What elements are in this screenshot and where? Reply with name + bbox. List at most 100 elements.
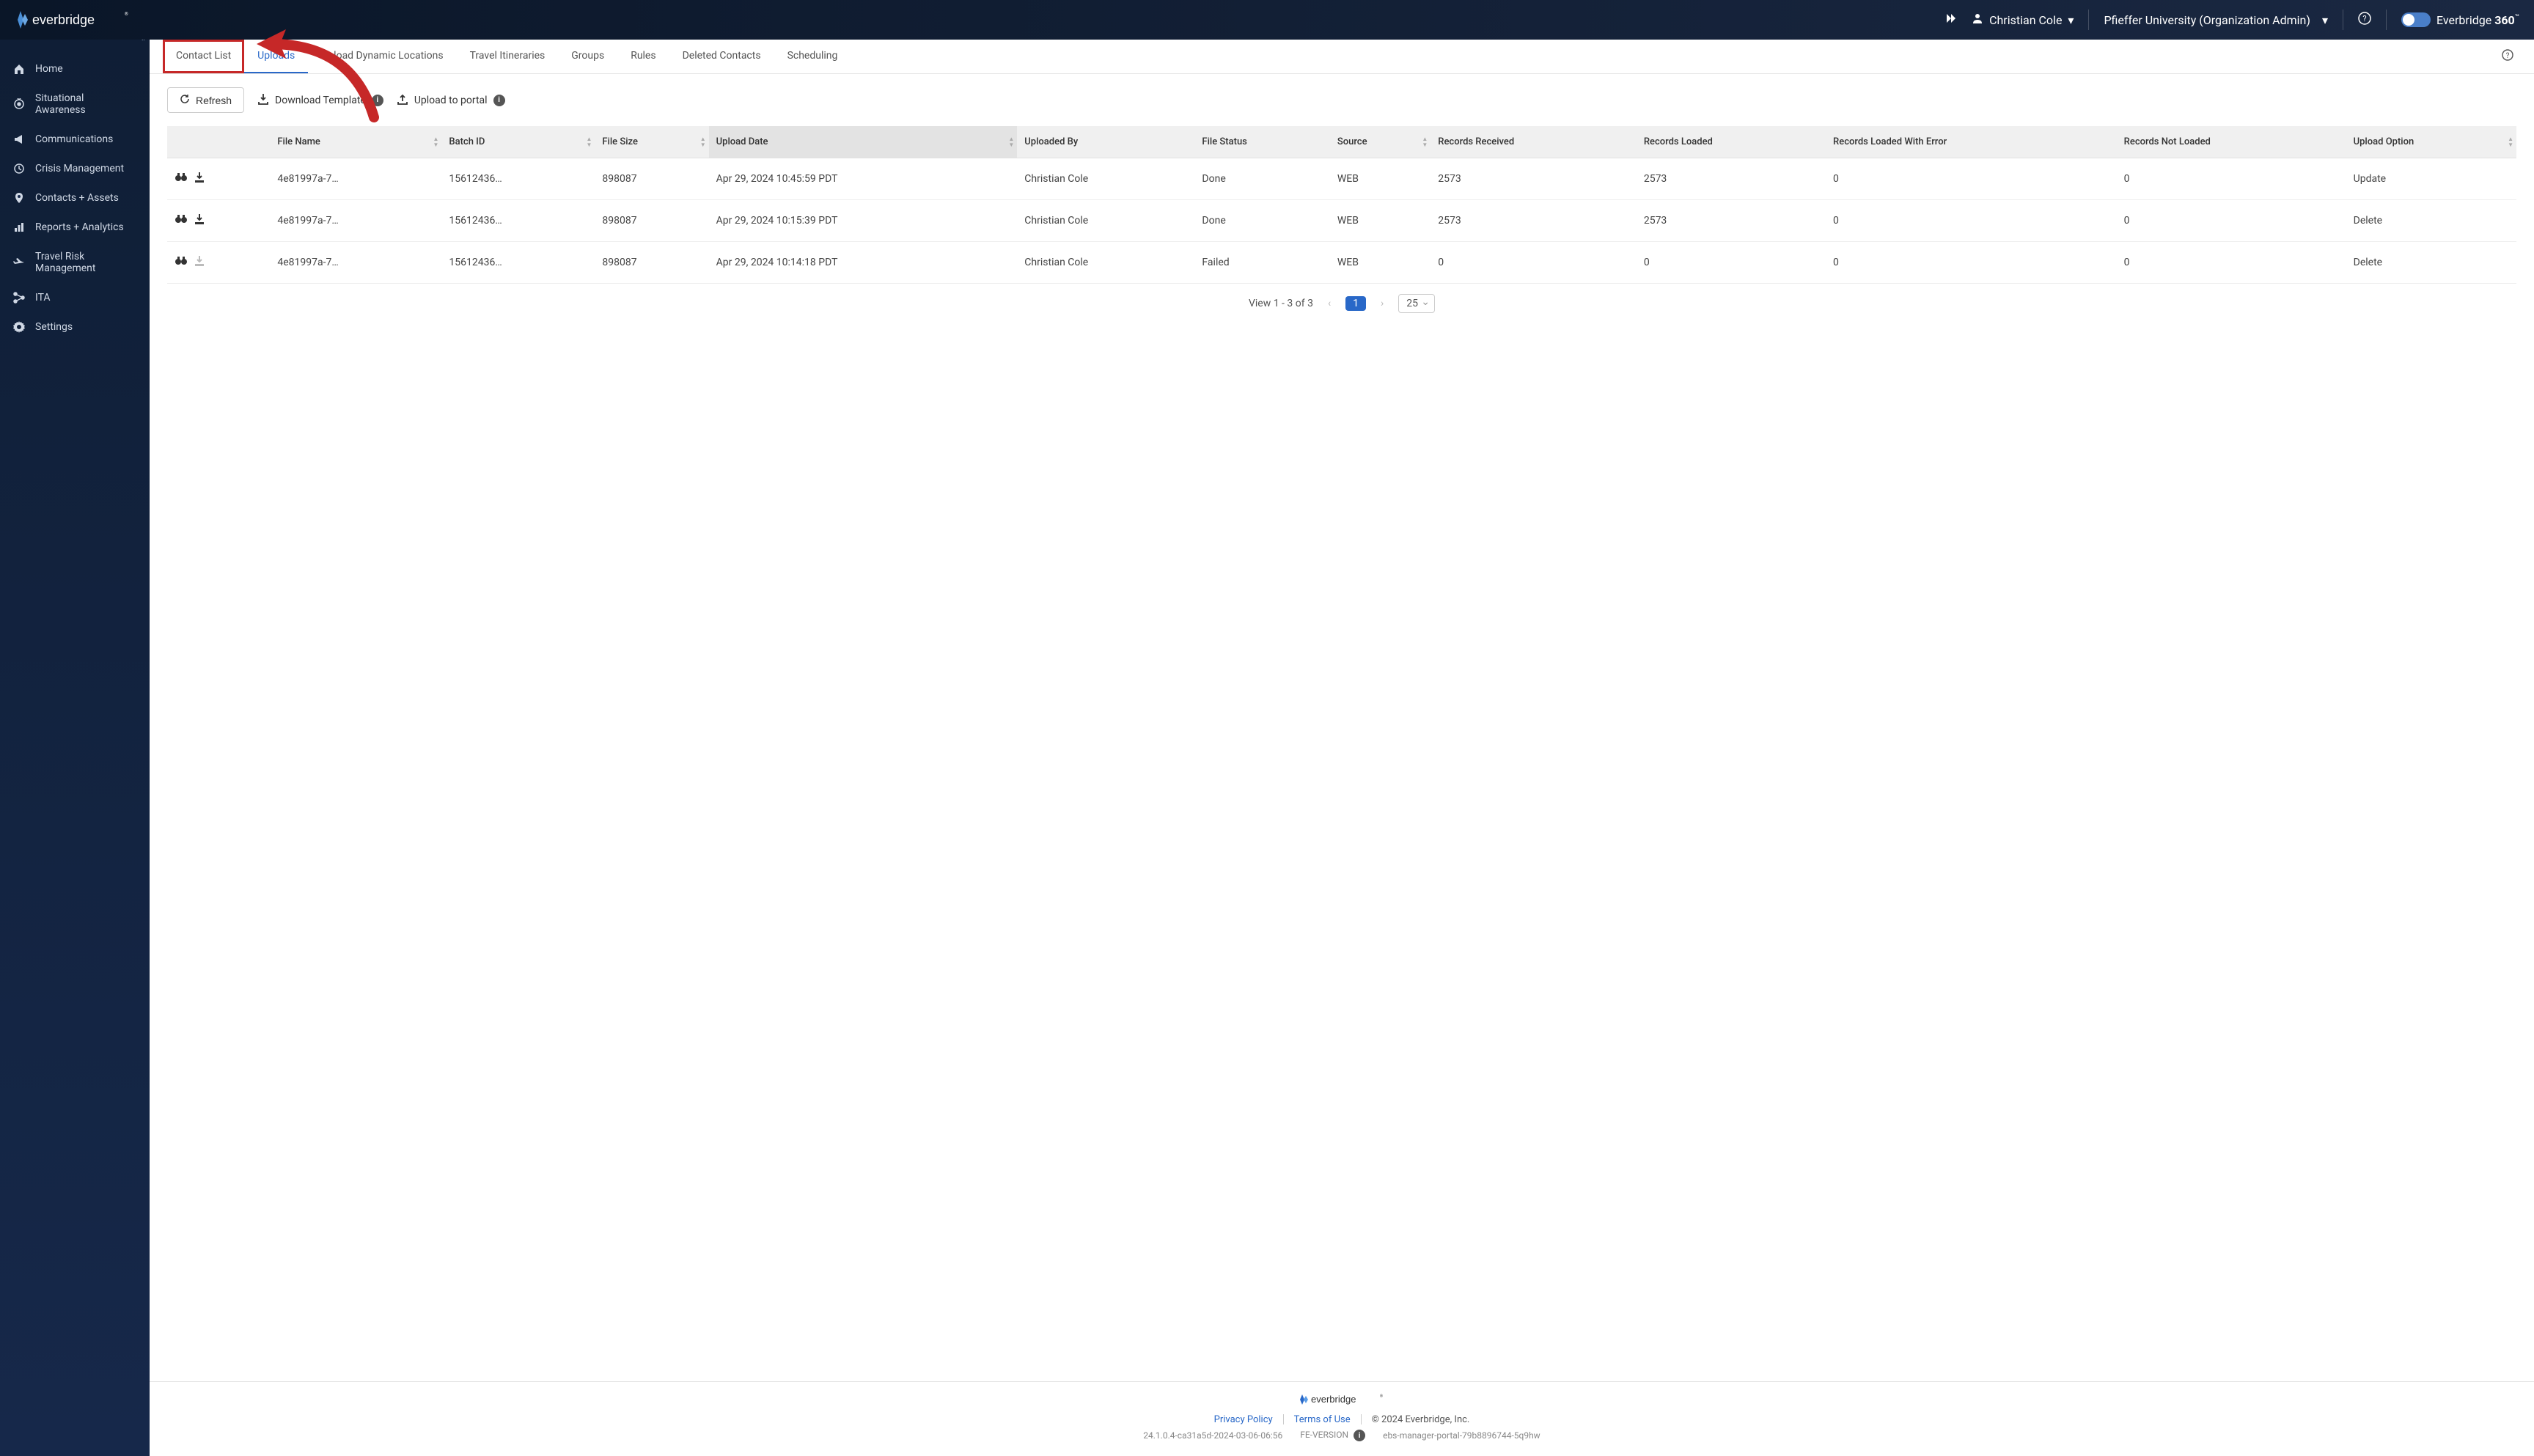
sort-icon: ▲▼ bbox=[1008, 136, 1014, 148]
cell-uploaded-by: Christian Cole bbox=[1017, 200, 1194, 242]
upload-portal-button[interactable]: Upload to portal i bbox=[397, 93, 505, 108]
pagination: View 1 - 3 of 3 ‹ 1 › 25 bbox=[167, 284, 2516, 342]
view-icon[interactable] bbox=[175, 213, 188, 228]
plane-icon bbox=[13, 257, 25, 268]
brand-360-toggle[interactable]: Everbridge 360™ bbox=[2401, 12, 2519, 27]
info-icon[interactable]: i bbox=[372, 95, 383, 106]
column-header[interactable]: Upload Option▲▼ bbox=[2346, 126, 2516, 158]
cell-received: 0 bbox=[1431, 242, 1637, 284]
download-template-button[interactable]: Download Template i bbox=[257, 93, 383, 108]
help-icon[interactable]: ? bbox=[2502, 49, 2513, 64]
sort-icon: ▲▼ bbox=[2508, 136, 2513, 148]
sidebar-item-label: Settings bbox=[35, 321, 73, 333]
download-icon bbox=[194, 255, 205, 270]
cell-batch-id: 15612436… bbox=[441, 242, 595, 284]
sidebar-item-communications[interactable]: Communications bbox=[0, 125, 150, 154]
page-1-button[interactable]: 1 bbox=[1345, 296, 1366, 311]
clock-icon bbox=[13, 163, 25, 174]
cell-option: Update bbox=[2346, 158, 2516, 200]
privacy-policy-link[interactable]: Privacy Policy bbox=[1214, 1414, 1273, 1425]
pin-icon bbox=[13, 192, 25, 204]
view-icon[interactable] bbox=[175, 172, 188, 186]
refresh-button[interactable]: Refresh bbox=[167, 87, 244, 113]
pagination-summary: View 1 - 3 of 3 bbox=[1249, 298, 1313, 309]
download-icon[interactable] bbox=[194, 213, 205, 228]
terms-link[interactable]: Terms of Use bbox=[1294, 1414, 1351, 1425]
sidebar-item-label: ITA bbox=[35, 292, 51, 304]
toggle-switch[interactable] bbox=[2401, 12, 2431, 27]
host-text: ebs-manager-portal-79b8896744-5q9hw bbox=[1383, 1430, 1540, 1441]
network-icon bbox=[13, 292, 25, 304]
svg-text:everbridge: everbridge bbox=[1311, 1394, 1356, 1405]
copyright-text: © 2024 Everbridge, Inc. bbox=[1372, 1414, 1470, 1425]
sidebar-item-label: Communications bbox=[35, 133, 113, 145]
column-header[interactable]: Batch ID▲▼ bbox=[441, 126, 595, 158]
everbridge-logo: everbridge® bbox=[150, 1392, 2534, 1410]
column-header[interactable]: Records Loaded With Error bbox=[1826, 126, 2117, 158]
column-header[interactable]: Records Loaded bbox=[1637, 126, 1826, 158]
sidebar-item-ita[interactable]: ITA bbox=[0, 283, 150, 312]
tab-uploads[interactable]: Uploads bbox=[244, 40, 308, 73]
column-header[interactable]: Upload Date▲▼ bbox=[709, 126, 1018, 158]
sidebar-item-label: Contacts + Assets bbox=[35, 192, 119, 204]
info-icon[interactable]: i bbox=[493, 95, 505, 106]
page-size-select[interactable]: 25 bbox=[1398, 294, 1435, 313]
sidebar-item-label: Crisis Management bbox=[35, 163, 124, 174]
tab-scheduling[interactable]: Scheduling bbox=[774, 40, 851, 73]
sidebar-item-situational-awareness[interactable]: Situational Awareness bbox=[0, 84, 150, 125]
tab-upload-dynamic-locations[interactable]: Upload Dynamic Locations bbox=[308, 40, 456, 73]
tab-deleted-contacts[interactable]: Deleted Contacts bbox=[669, 40, 774, 73]
info-icon[interactable]: i bbox=[1354, 1430, 1365, 1441]
column-header[interactable]: File Name▲▼ bbox=[270, 126, 441, 158]
sort-icon: ▲▼ bbox=[433, 136, 438, 148]
column-header[interactable]: Records Received bbox=[1431, 126, 1637, 158]
cell-upload-date: Apr 29, 2024 10:14:18 PDT bbox=[709, 242, 1018, 284]
sidebar-item-label: Reports + Analytics bbox=[35, 221, 124, 233]
prev-page-button[interactable]: ‹ bbox=[1323, 296, 1335, 311]
svg-text:?: ? bbox=[2362, 14, 2366, 23]
cell-error: 0 bbox=[1826, 242, 2117, 284]
user-menu[interactable]: Christian Cole ▾ bbox=[1972, 12, 2074, 27]
download-icon[interactable] bbox=[194, 172, 205, 186]
cell-upload-date: Apr 29, 2024 10:45:59 PDT bbox=[709, 158, 1018, 200]
toolbar: Refresh Download Template i Upload to po… bbox=[150, 74, 2534, 126]
help-icon[interactable]: ? bbox=[2358, 12, 2371, 28]
column-header[interactable]: Records Not Loaded bbox=[2117, 126, 2346, 158]
sort-icon: ▲▼ bbox=[586, 136, 592, 148]
sidebar-item-reports-analytics[interactable]: Reports + Analytics bbox=[0, 213, 150, 242]
tab-groups[interactable]: Groups bbox=[558, 40, 617, 73]
cell-file-size: 898087 bbox=[595, 200, 708, 242]
svg-text:everbridge: everbridge bbox=[32, 12, 95, 27]
sidebar-item-crisis-management[interactable]: Crisis Management bbox=[0, 154, 150, 183]
cell-file-size: 898087 bbox=[595, 242, 708, 284]
megaphone-icon bbox=[13, 133, 25, 145]
column-header[interactable] bbox=[167, 126, 270, 158]
fast-forward-icon[interactable] bbox=[1945, 12, 1957, 27]
tab-travel-itineraries[interactable]: Travel Itineraries bbox=[457, 40, 559, 73]
column-header[interactable]: File Size▲▼ bbox=[595, 126, 708, 158]
view-icon[interactable] bbox=[175, 255, 188, 270]
main-content: Contact ListUploadsUpload Dynamic Locati… bbox=[150, 40, 2534, 1456]
cell-error: 0 bbox=[1826, 158, 2117, 200]
sidebar-item-travel-risk-management[interactable]: Travel Risk Management bbox=[0, 242, 150, 283]
next-page-button[interactable]: › bbox=[1376, 296, 1388, 311]
org-menu[interactable]: Pfieffer University (Organization Admin)… bbox=[2104, 13, 2328, 27]
sidebar-item-home[interactable]: Home bbox=[0, 54, 150, 84]
sidebar-item-contacts-assets[interactable]: Contacts + Assets bbox=[0, 183, 150, 213]
tabs: Contact ListUploadsUpload Dynamic Locati… bbox=[150, 40, 2534, 74]
home-icon bbox=[13, 63, 25, 75]
uploads-table: File Name▲▼Batch ID▲▼File Size▲▼Upload D… bbox=[167, 126, 2516, 284]
cell-uploaded-by: Christian Cole bbox=[1017, 158, 1194, 200]
footer: everbridge® Privacy Policy Terms of Use … bbox=[150, 1381, 2534, 1456]
refresh-icon bbox=[180, 94, 190, 106]
table-row: 4e81997a-7…15612436…898087Apr 29, 2024 1… bbox=[167, 242, 2516, 284]
column-header[interactable]: Uploaded By bbox=[1017, 126, 1194, 158]
sidebar-item-settings[interactable]: Settings bbox=[0, 312, 150, 342]
column-header[interactable]: File Status bbox=[1194, 126, 1329, 158]
cell-file-status: Failed bbox=[1194, 242, 1329, 284]
tab-contact-list[interactable]: Contact List bbox=[163, 40, 244, 73]
column-header[interactable]: Source▲▼ bbox=[1330, 126, 1431, 158]
cell-file-name: 4e81997a-7… bbox=[270, 242, 441, 284]
tab-rules[interactable]: Rules bbox=[617, 40, 669, 73]
sidebar-item-label: Home bbox=[35, 63, 63, 75]
